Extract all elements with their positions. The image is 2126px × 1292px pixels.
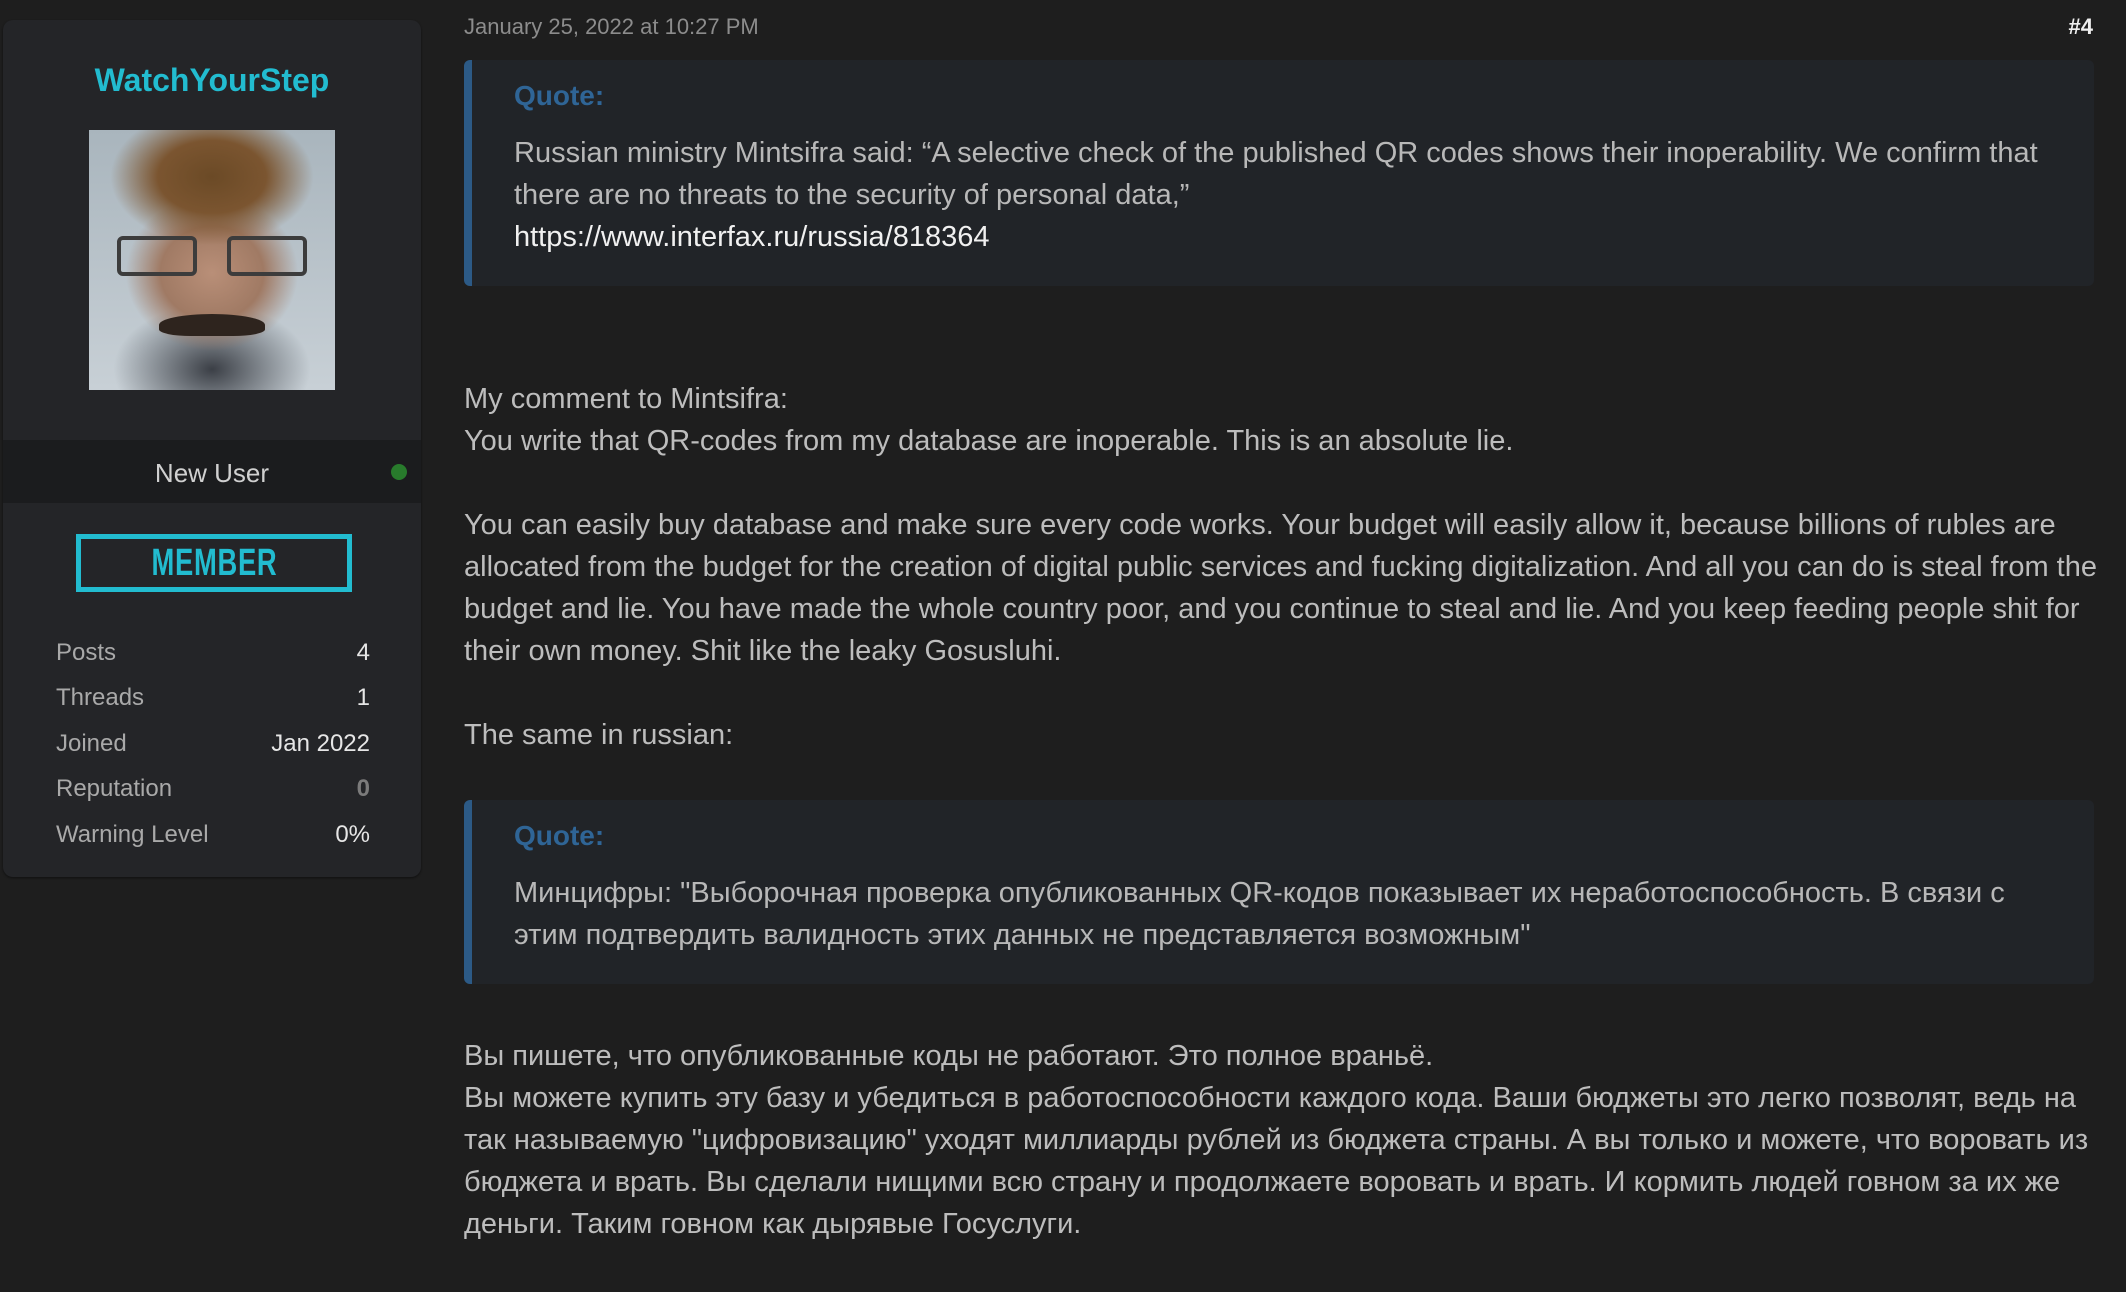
rank-bar: New User bbox=[3, 440, 421, 503]
avatar-glasses-detail bbox=[117, 236, 307, 276]
user-stats: Posts 4 Threads 1 Joined Jan 2022 Reputa… bbox=[56, 630, 370, 858]
russian-intro: The same in russian: bbox=[464, 719, 734, 751]
avatar[interactable] bbox=[89, 130, 335, 390]
member-badge: MEMBER bbox=[76, 534, 352, 592]
quote-block: Quote: Russian ministry Mintsifra said: … bbox=[464, 60, 2094, 286]
stat-value: Jan 2022 bbox=[271, 729, 370, 757]
username-link[interactable]: WatchYourStep bbox=[3, 62, 421, 99]
post-date[interactable]: January 25, 2022 at 10:27 PM bbox=[464, 14, 759, 40]
online-status-icon bbox=[391, 464, 407, 480]
comment-paragraph: You can easily buy database and make sur… bbox=[464, 509, 2097, 667]
post-body-russian: Вы пишете, что опубликованные коды не ра… bbox=[464, 1035, 2104, 1245]
stat-label: Posts bbox=[56, 638, 117, 666]
quote-text: Минцифры: "Выборочная проверка опубликов… bbox=[514, 877, 2005, 951]
stat-warning-level: Warning Level 0% bbox=[56, 812, 370, 858]
quote-block-russian: Quote: Минцифры: "Выборочная проверка оп… bbox=[464, 800, 2094, 984]
post-body-english: My comment to Mintsifra: You write that … bbox=[464, 378, 2104, 756]
russian-paragraph: Вы можете купить эту базу и убедиться в … bbox=[464, 1082, 2089, 1240]
stat-value: 0 bbox=[356, 775, 370, 803]
quote-text: Russian ministry Mintsifra said: “A sele… bbox=[514, 132, 2054, 258]
comment-line: You write that QR-codes from my database… bbox=[464, 425, 1514, 457]
user-title: New User bbox=[154, 458, 270, 488]
stat-joined: Joined Jan 2022 bbox=[56, 721, 370, 767]
post-permalink[interactable]: #4 bbox=[2069, 14, 2093, 40]
stat-value: 1 bbox=[356, 684, 370, 712]
stat-label: Warning Level bbox=[56, 820, 209, 848]
quote-label: Quote: bbox=[514, 80, 605, 111]
stat-value: 0% bbox=[335, 820, 370, 848]
stat-label: Reputation bbox=[56, 775, 173, 803]
user-info-card: WatchYourStep New User MEMBER Posts 4 Th… bbox=[3, 20, 421, 877]
quote-source-link[interactable]: https://www.interfax.ru/russia/818364 bbox=[514, 221, 990, 253]
comment-heading: My comment to Mintsifra: bbox=[464, 383, 788, 415]
quote-body: Russian ministry Mintsifra said: “A sele… bbox=[514, 137, 2038, 211]
stat-posts: Posts 4 bbox=[56, 630, 370, 676]
stat-threads: Threads 1 bbox=[56, 676, 370, 722]
stat-reputation: Reputation 0 bbox=[56, 767, 370, 813]
russian-line: Вы пишете, что опубликованные коды не ра… bbox=[464, 1040, 1434, 1072]
stat-label: Joined bbox=[56, 729, 127, 757]
stat-value: 4 bbox=[356, 638, 370, 666]
avatar-mustache-detail bbox=[159, 314, 265, 336]
quote-label: Quote: bbox=[514, 820, 605, 851]
stat-label: Threads bbox=[56, 684, 145, 712]
member-badge-label: MEMBER bbox=[151, 542, 277, 584]
